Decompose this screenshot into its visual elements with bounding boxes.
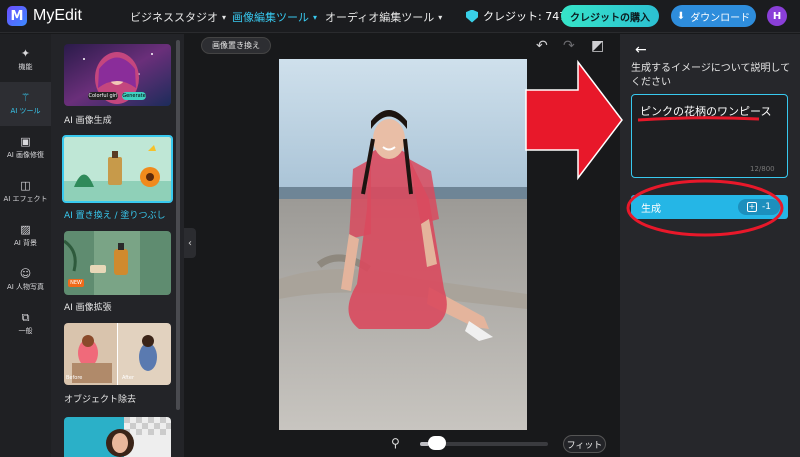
rail-label: 一般 (18, 327, 33, 335)
chevron-down-icon: ▾ (222, 12, 227, 22)
zoom-slider-knob[interactable] (427, 436, 446, 450)
rail-label: 機能 (18, 63, 33, 71)
zoom-icon[interactable]: ⚲ (391, 436, 400, 450)
thumb-prompt-chip: Colorful girl (88, 92, 118, 100)
credit-shield-icon (466, 9, 478, 23)
prompt-value: ピンクの花柄のワンピース (640, 105, 772, 118)
credit-label: クレジット: 747 (483, 10, 567, 23)
after-label: After (122, 375, 135, 381)
nav-image-tools[interactable]: 画像編集ツール ▾ (232, 9, 317, 25)
nav-audio-tools[interactable]: オーディオ編集ツール ▾ (325, 9, 442, 25)
new-badge: NEW (68, 279, 84, 287)
tool-card-object-removal[interactable]: Before After (64, 323, 171, 385)
magic-wand-icon: ⚚ (20, 91, 31, 104)
effect-icon: ◫ (20, 179, 31, 192)
user-avatar[interactable]: H (767, 6, 787, 26)
tool-card-ai-replace[interactable] (62, 135, 173, 203)
tool-label-ai-replace: AI 置き換え / 塗りつぶし (64, 211, 166, 221)
compare-icon[interactable]: ◩ (591, 38, 604, 54)
before-label: Before (66, 375, 83, 381)
thumb-generate-chip: Generate (122, 92, 146, 100)
tool-card-ai-extend[interactable]: NEW (64, 231, 171, 295)
sparkle-icon: ✦ (20, 47, 31, 60)
portrait-icon: ☺ (19, 267, 32, 280)
edit-photo[interactable] (279, 59, 527, 430)
app-logo[interactable]: M MyEdit (7, 6, 82, 26)
buy-credits-button[interactable]: クレジットの購入 (561, 5, 659, 27)
rail-label: AI 背景 (13, 239, 38, 247)
chevron-down-icon: ▾ (438, 12, 443, 22)
rail-item-ai-repair[interactable]: ▣ AI 画像修復 (0, 126, 51, 170)
tool-panel-scrollbar[interactable] (176, 40, 180, 410)
rail-item-ai-tools[interactable]: ⚚ AI ツール (0, 82, 51, 126)
credit-balance: クレジット: 747 (466, 8, 566, 24)
chevron-left-icon: ‹ (188, 237, 192, 249)
nav-business-studio[interactable]: ビジネススタジオ ▾ (130, 9, 226, 25)
tool-label-object-removal: オブジェクト除去 (64, 395, 137, 405)
layers-icon: ⧉ (21, 311, 30, 324)
tool-label-ai-image-gen: AI 画像生成 (64, 116, 112, 126)
rail-label: AI ツール (10, 107, 41, 115)
fit-button[interactable]: フィット (563, 435, 606, 453)
generate-label: 生成 (641, 204, 661, 215)
tool-card-ai-image-gen[interactable]: Colorful girl Generate (64, 44, 171, 106)
redo-icon[interactable]: ↷ (563, 38, 575, 54)
download-icon: ⬇ (676, 10, 686, 22)
character-counter: 12/800 (750, 165, 775, 173)
rail-label: AI エフェクト (3, 195, 48, 203)
myedit-logo-icon: M (7, 6, 27, 26)
nav-label: オーディオ編集ツール (325, 11, 435, 24)
chevron-down-icon: ▾ (313, 12, 318, 22)
background-icon: ▨ (20, 223, 31, 236)
nav-label: 画像編集ツール (232, 11, 309, 24)
credit-cost: -1 (762, 202, 771, 212)
top-bar: M MyEdit ビジネススタジオ ▾ 画像編集ツール ▾ オーディオ編集ツール ▾ … (0, 0, 800, 33)
download-label: ダウンロード (690, 12, 751, 24)
credit-plus-icon: + (747, 202, 757, 212)
beach-portrait-image (279, 59, 527, 430)
ai-replace-thumbnail (64, 137, 171, 201)
rail-item-features[interactable]: ✦ 機能 (0, 38, 51, 82)
tool-label-ai-extend: AI 画像拡張 (64, 303, 112, 313)
prompt-instruction: 生成するイメージについて説明してください (631, 63, 791, 88)
download-button[interactable]: ⬇ ダウンロード (671, 5, 756, 27)
nav-label: ビジネススタジオ (130, 11, 218, 24)
tool-card-ai-background-remove[interactable] (64, 417, 171, 457)
rail-item-ai-background[interactable]: ▨ AI 背景 (0, 214, 51, 258)
rail-label: AI 画像修復 (6, 151, 45, 159)
tool-category-rail: ✦ 機能 ⚚ AI ツール ▣ AI 画像修復 ◫ AI エフェクト ▨ AI … (0, 34, 51, 457)
rail-item-general[interactable]: ⧉ 一般 (0, 302, 51, 346)
collapse-panel-button[interactable]: ‹ (184, 228, 196, 258)
app-name: MyEdit (33, 7, 82, 24)
rail-item-ai-effect[interactable]: ◫ AI エフェクト (0, 170, 51, 214)
image-repair-icon: ▣ (20, 135, 31, 148)
credit-cost-badge: + -1 (738, 199, 780, 215)
rail-label: AI 人物写真 (6, 283, 45, 291)
back-arrow-icon[interactable]: ← (635, 42, 647, 58)
rail-item-ai-portrait[interactable]: ☺ AI 人物写真 (0, 258, 51, 302)
replace-image-button[interactable]: 画像置き換え (201, 37, 271, 54)
undo-icon[interactable]: ↶ (536, 38, 548, 54)
background-remove-thumbnail (64, 417, 171, 457)
